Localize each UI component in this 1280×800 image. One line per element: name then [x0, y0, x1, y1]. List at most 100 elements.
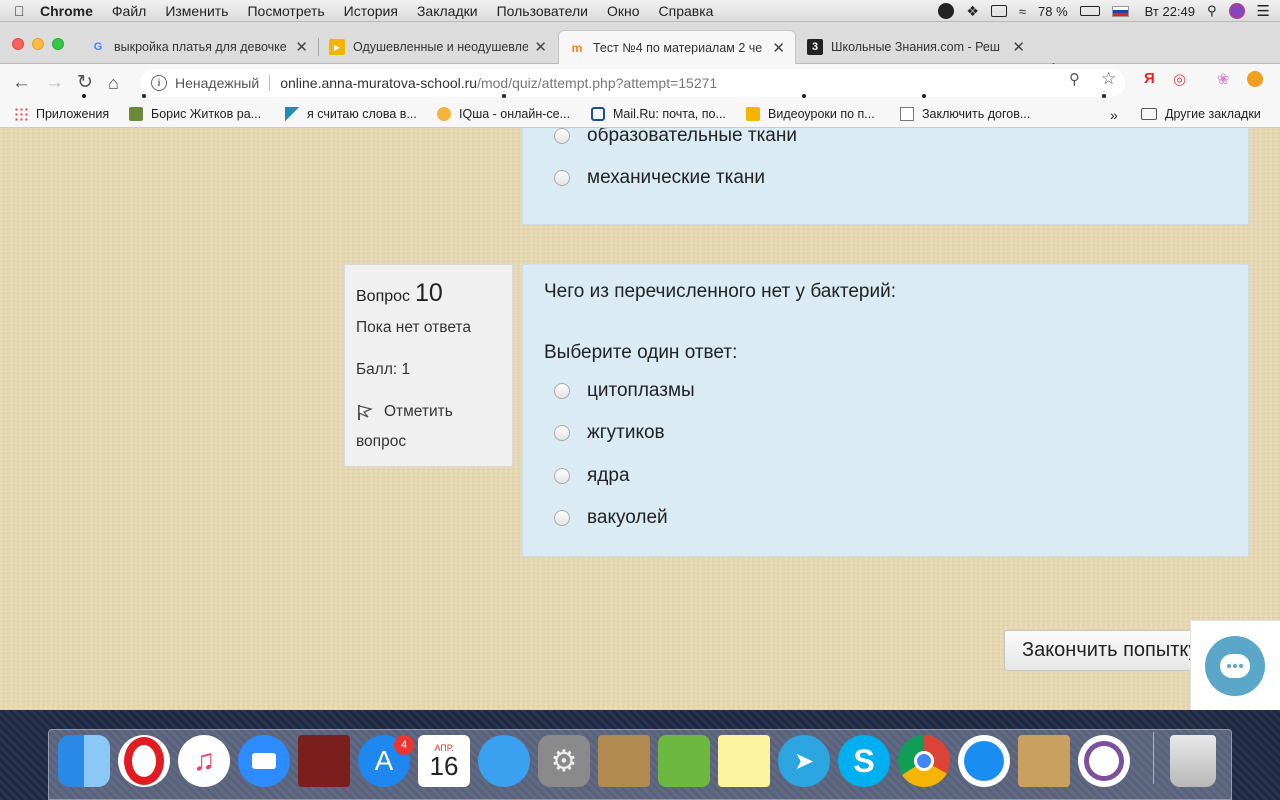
close-tab-icon[interactable]: ✕	[772, 39, 785, 57]
bookmark-mailru[interactable]: Mail.Ru: почта, по...	[591, 107, 726, 121]
calculator-icon[interactable]	[1018, 735, 1070, 787]
close-tab-icon[interactable]: ✕	[295, 38, 308, 56]
address-bar[interactable]: i Ненадежный online.anna-muratova-school…	[140, 69, 1125, 97]
menu-history[interactable]: История	[344, 3, 398, 19]
question-info-panel: Вопрос 10 Пока нет ответа Балл: 1 Отметит…	[344, 264, 513, 467]
bookmark-contract[interactable]: Заключить догов...	[900, 107, 1030, 121]
menubar-clock[interactable]: Вт 22:49	[1145, 4, 1195, 19]
menu-edit[interactable]: Изменить	[165, 3, 228, 19]
bookmark-count-words[interactable]: я считаю слова в...	[285, 107, 417, 121]
viber-icon[interactable]	[1078, 735, 1130, 787]
radio-button[interactable]	[554, 425, 570, 441]
iqsha-icon	[437, 107, 451, 121]
radio-button[interactable]	[554, 468, 570, 484]
flag-icon	[285, 107, 299, 121]
skype-icon[interactable]: S	[838, 735, 890, 787]
document-icon	[900, 107, 914, 121]
tab-slides[interactable]: ▶ Одушевленные и неодушевле ✕	[319, 30, 557, 64]
opera-icon[interactable]	[118, 735, 170, 787]
siri-icon[interactable]	[1228, 3, 1245, 19]
answer-option[interactable]: цитоплазмы	[554, 380, 695, 402]
close-tab-icon[interactable]: ✕	[534, 38, 547, 56]
skype-status-icon[interactable]	[938, 3, 955, 19]
answer-option[interactable]: механические ткани	[554, 167, 765, 189]
bookmark-iqsha[interactable]: IQша - онлайн-се...	[437, 107, 570, 121]
radio-button[interactable]	[554, 170, 570, 186]
wifi-icon[interactable]: ≈	[1019, 4, 1026, 19]
safari-icon[interactable]	[958, 735, 1010, 787]
apple-menu-icon[interactable]: 	[14, 3, 40, 19]
finish-attempt-button[interactable]: Закончить попытку	[1004, 630, 1204, 671]
menu-app-chrome[interactable]: Chrome	[40, 3, 93, 19]
notes-icon[interactable]	[718, 735, 770, 787]
question-number: Вопрос 10	[356, 279, 443, 307]
target-extension-icon[interactable]: ◎	[1173, 70, 1186, 88]
messages-icon[interactable]	[478, 735, 530, 787]
calendar-icon[interactable]: АПР. 16	[418, 735, 470, 787]
bookmark-star-icon[interactable]: ☆	[1101, 69, 1116, 89]
radio-button[interactable]	[554, 128, 570, 144]
trash-icon[interactable]	[1170, 735, 1216, 787]
spotlight-search-icon[interactable]: ⚲	[1207, 3, 1217, 19]
bookmark-apps[interactable]: Приложения	[14, 107, 109, 121]
close-tab-icon[interactable]: ✕	[1012, 38, 1025, 56]
answer-prompt: Выберите один ответ:	[544, 342, 738, 363]
tab-znanija[interactable]: 3 Школьные Знания.com - Реш ✕	[797, 30, 1035, 64]
tab-google-search[interactable]: G выкройка платья для девочке ✕	[80, 30, 318, 64]
answer-option[interactable]: вакуолей	[554, 507, 668, 529]
telegram-icon[interactable]: ➤	[778, 735, 830, 787]
radio-button[interactable]	[554, 510, 570, 526]
contacts-icon[interactable]	[598, 735, 650, 787]
menu-view[interactable]: Посмотреть	[247, 3, 324, 19]
google-icon: G	[93, 41, 103, 53]
photo-booth-icon[interactable]	[298, 735, 350, 787]
site-info-icon[interactable]: i	[151, 75, 167, 91]
itunes-icon[interactable]: ♫	[178, 735, 230, 787]
answer-option[interactable]: жгутиков	[554, 422, 665, 444]
bookmarks-overflow-button[interactable]: »	[1110, 107, 1118, 123]
battery-percent[interactable]: 78 %	[1038, 4, 1068, 19]
system-preferences-icon[interactable]: ⚙	[538, 735, 590, 787]
bookmark-videouroki[interactable]: Видеоуроки по п...	[746, 107, 875, 121]
farm-game-icon[interactable]	[658, 735, 710, 787]
finder-icon[interactable]	[58, 735, 110, 787]
window-minimize-button[interactable]	[32, 38, 44, 50]
menu-people[interactable]: Пользователи	[497, 3, 588, 19]
question-mark: Балл: 1	[356, 361, 411, 378]
answer-option[interactable]: образовательные ткани	[554, 128, 797, 147]
extension-icon[interactable]: ❀	[1217, 70, 1230, 88]
zoom-icon[interactable]: ⚲	[1069, 70, 1080, 88]
window-close-button[interactable]	[12, 38, 24, 50]
flag-question-link-cont[interactable]: вопрос	[356, 433, 406, 451]
menu-help[interactable]: Справка	[659, 3, 714, 19]
menu-file[interactable]: Файл	[112, 3, 146, 19]
bookmark-zhitkov[interactable]: Борис Житков ра...	[129, 107, 261, 121]
yandex-extension-icon[interactable]: Я	[1144, 70, 1155, 87]
browser-toolbar: ← → ↻ ⌂ i Ненадежный online.anna-muratov…	[0, 64, 1280, 102]
forward-button[interactable]: →	[45, 72, 64, 94]
profile-extension-icon[interactable]	[1247, 71, 1263, 87]
radio-button[interactable]	[554, 383, 570, 399]
answer-option[interactable]: ядра	[554, 465, 630, 487]
chrome-icon[interactable]	[898, 735, 950, 787]
zoom-app-icon[interactable]	[238, 735, 290, 787]
dropbox-icon[interactable]: ❖	[966, 3, 979, 20]
input-language-flag-icon[interactable]	[1111, 5, 1129, 17]
menu-bookmarks[interactable]: Закладки	[417, 3, 478, 19]
chat-button[interactable]	[1205, 636, 1265, 696]
menu-window[interactable]: Окно	[607, 3, 640, 19]
flag-question-link[interactable]: Отметить	[356, 403, 453, 421]
notification-center-icon[interactable]: ☰	[1257, 2, 1270, 20]
url-text: online.anna-muratova-school.ru/mod/quiz/…	[280, 75, 718, 91]
tab-quiz-active[interactable]: m Тест №4 по материалам 2 че ✕	[558, 30, 796, 65]
airplay-icon[interactable]	[990, 5, 1007, 17]
mailru-icon	[591, 107, 605, 121]
back-button[interactable]: ←	[12, 72, 31, 94]
tab-title: Школьные Знания.com - Реш	[831, 40, 1000, 54]
bookmark-other-folder[interactable]: Другие закладки	[1141, 107, 1261, 121]
znanija-icon: 3	[807, 39, 823, 55]
reload-button[interactable]: ↻	[77, 72, 93, 94]
battery-icon[interactable]	[1079, 6, 1100, 16]
window-zoom-button[interactable]	[52, 38, 64, 50]
home-button[interactable]: ⌂	[108, 72, 119, 94]
